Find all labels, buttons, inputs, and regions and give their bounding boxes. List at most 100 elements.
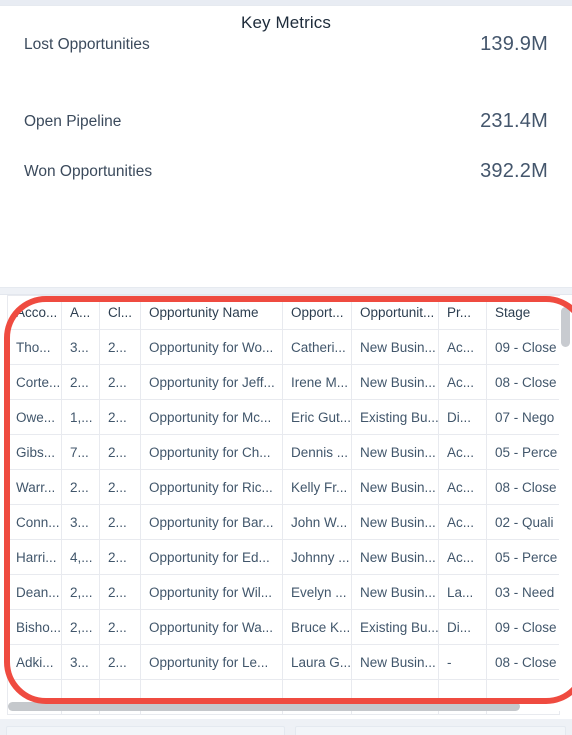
cell-opportunity-type: New Busin...: [351, 364, 439, 400]
table-row[interactable]: Warr... 2... 2... Opportunity for Ric...…: [7, 469, 560, 505]
cell-opportunity-name: Opportunity for Wa...: [140, 609, 283, 645]
cell-stage: 09 - Close: [486, 609, 560, 645]
table-row[interactable]: Harri... 4,... 2... Opportunity for Ed..…: [7, 539, 560, 575]
table-header-row: Acco... A... Cl... Opportunity Name Oppo…: [7, 295, 560, 330]
table-row[interactable]: Adki... 3... 2... Opportunity for Le... …: [7, 644, 560, 680]
cell-opportunity-name: Opportunity for Bar...: [140, 504, 283, 540]
cell-stage: 03 - Need: [486, 574, 560, 610]
metric-row-lost-opportunities[interactable]: Lost Opportunities 139.9M: [0, 33, 572, 56]
cell-opportunity-name: Opportunity for Le...: [140, 644, 283, 680]
metric-row-won-opportunities[interactable]: Won Opportunities 392.2M: [0, 160, 572, 183]
table-row[interactable]: Bisho... 2,... 2... Opportunity for Wa..…: [7, 609, 560, 645]
cell-close-date: 2...: [99, 504, 141, 540]
metric-label-won-opportunities: Won Opportunities: [24, 162, 153, 180]
column-header-close-date[interactable]: Cl...: [99, 295, 141, 330]
table-row[interactable]: Corte... 2... 2... Opportunity for Jeff.…: [7, 364, 560, 400]
cell-amount: 2,...: [61, 574, 100, 610]
opportunities-table-panel[interactable]: Acco... A... Cl... Opportunity Name Oppo…: [0, 294, 572, 719]
cell-opportunity-type: New Busin...: [351, 434, 439, 470]
cell-opportunity-name: Opportunity for Ed...: [140, 539, 283, 575]
metric-label-lost-opportunities: Lost Opportunities: [24, 35, 150, 53]
cell-amount: 4,...: [61, 539, 100, 575]
cell-probability: Di...: [438, 399, 487, 435]
cell-probability: Ac...: [438, 434, 487, 470]
cell-account: Tho...: [7, 329, 62, 365]
cell-opportunity-name: Opportunity for Wil...: [140, 574, 283, 610]
cell-amount: 3...: [61, 329, 100, 365]
vertical-scrollbar-thumb[interactable]: [561, 307, 570, 347]
cell-opportunity-name: Opportunity for Jeff...: [140, 364, 283, 400]
column-header-opportunity-type[interactable]: Opportunit...: [351, 295, 439, 330]
next-panel-left-peek[interactable]: [6, 726, 285, 735]
table-row[interactable]: Tho... 3... 2... Opportunity for Wo... C…: [7, 329, 560, 365]
key-metrics-title: Key Metrics: [241, 13, 331, 32]
metric-label-open-pipeline: Open Pipeline: [24, 112, 122, 130]
cell-account: Harri...: [7, 539, 62, 575]
cell-stage: 07 - Nego: [486, 399, 560, 435]
column-header-stage[interactable]: Stage: [486, 295, 560, 330]
cell-close-date: 2...: [99, 469, 141, 505]
next-panel-right-peek[interactable]: [295, 726, 566, 735]
table-row[interactable]: Dean... 2,... 2... Opportunity for Wil..…: [7, 574, 560, 610]
cell-opportunity-owner: Bruce K...: [282, 609, 352, 645]
column-header-probability[interactable]: Pr...: [438, 295, 487, 330]
cell-opportunity-owner: Johnny ...: [282, 539, 352, 575]
cell-account: Owe...: [7, 399, 62, 435]
cell-probability: La...: [438, 574, 487, 610]
cell-opportunity-owner: Irene M...: [282, 364, 352, 400]
cell-stage: 08 - Close: [486, 644, 560, 680]
cell-probability: Ac...: [438, 504, 487, 540]
cell-opportunity-name: Opportunity for Ric...: [140, 469, 283, 505]
cell-amount: 3...: [61, 504, 100, 540]
cell-stage: 08 - Close: [486, 469, 560, 505]
metric-value-lost-opportunities: 139.9M: [480, 33, 548, 55]
cell-account: Warr...: [7, 469, 62, 505]
cell-stage: 05 - Perce: [486, 539, 560, 575]
cell-close-date: 2...: [99, 644, 141, 680]
table-row[interactable]: Conn... 3... 2... Opportunity for Bar...…: [7, 504, 560, 540]
cell-opportunity-owner: Dennis ...: [282, 434, 352, 470]
cell-opportunity-type: New Busin...: [351, 644, 439, 680]
horizontal-scrollbar-thumb[interactable]: [8, 702, 520, 711]
cell-close-date: 2...: [99, 399, 141, 435]
cell-opportunity-type: New Busin...: [351, 539, 439, 575]
cell-amount: 3...: [61, 644, 100, 680]
dashboard-page: Key Metrics Open Pipeline 231.4M Won Opp…: [0, 0, 572, 735]
column-header-account[interactable]: Acco...: [7, 295, 62, 330]
cell-opportunity-owner: Evelyn ...: [282, 574, 352, 610]
cell-close-date: 2...: [99, 539, 141, 575]
cell-account: Adki...: [7, 644, 62, 680]
cell-opportunity-type: New Busin...: [351, 504, 439, 540]
cell-amount: 2...: [61, 364, 100, 400]
cell-account: Dean...: [7, 574, 62, 610]
cell-probability: Di...: [438, 609, 487, 645]
cell-opportunity-type: Existing Bu...: [351, 399, 439, 435]
metric-row-open-pipeline[interactable]: Open Pipeline 231.4M: [0, 110, 572, 133]
table-header: Acco... A... Cl... Opportunity Name Oppo…: [7, 295, 560, 330]
cell-opportunity-owner: John W...: [282, 504, 352, 540]
cell-close-date: 2...: [99, 434, 141, 470]
metric-value-won-opportunities: 392.2M: [480, 160, 548, 182]
cell-account: Bisho...: [7, 609, 62, 645]
cell-opportunity-name: Opportunity for Wo...: [140, 329, 283, 365]
cell-stage: 08 - Close: [486, 364, 560, 400]
table-row[interactable]: Gibs... 7... 2... Opportunity for Ch... …: [7, 434, 560, 470]
column-header-opportunity-name[interactable]: Opportunity Name: [140, 295, 283, 330]
column-header-opportunity-owner[interactable]: Opport...: [282, 295, 352, 330]
cell-stage: 09 - Close: [486, 329, 560, 365]
cell-opportunity-owner: Catheri...: [282, 329, 352, 365]
cell-close-date: 2...: [99, 364, 141, 400]
cell-probability: Ac...: [438, 329, 487, 365]
cell-stage: 02 - Quali: [486, 504, 560, 540]
cell-opportunity-type: New Busin...: [351, 574, 439, 610]
column-header-amount[interactable]: A...: [61, 295, 100, 330]
cell-close-date: 2...: [99, 574, 141, 610]
cell-opportunity-name: Opportunity for Mc...: [140, 399, 283, 435]
cell-opportunity-owner: Laura G...: [282, 644, 352, 680]
table-row[interactable]: Owe... 1,... 2... Opportunity for Mc... …: [7, 399, 560, 435]
cell-probability: Ac...: [438, 469, 487, 505]
cell-account: Conn...: [7, 504, 62, 540]
vertical-scrollbar-track[interactable]: [559, 296, 572, 711]
cell-probability: Ac...: [438, 539, 487, 575]
cell-opportunity-type: Existing Bu...: [351, 609, 439, 645]
